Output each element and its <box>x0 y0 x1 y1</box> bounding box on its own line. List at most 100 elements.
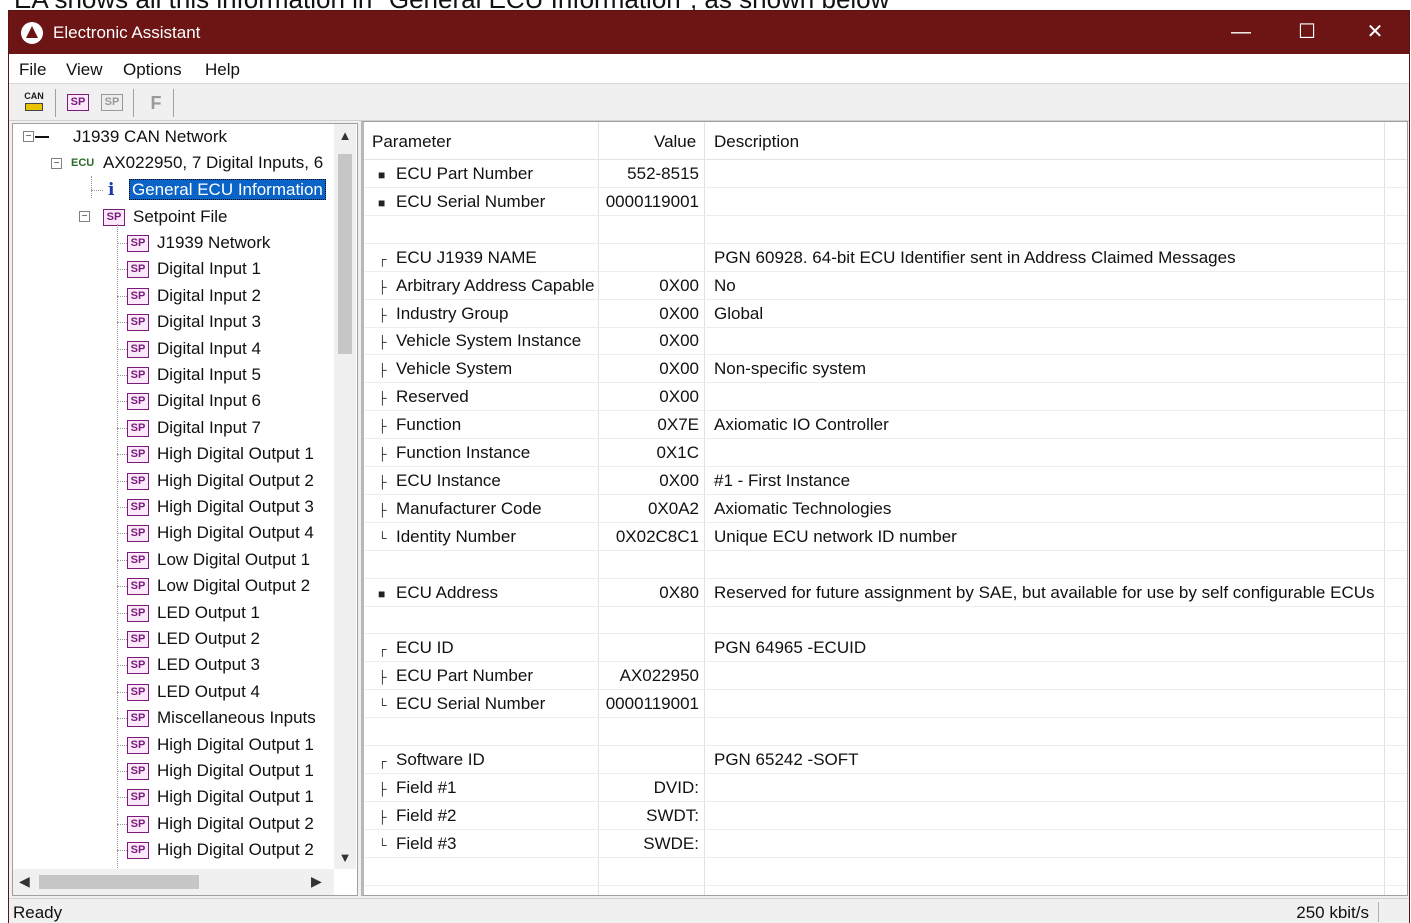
param-label: ECU Instance <box>396 470 501 490</box>
setpoint-icon: SP <box>127 446 149 464</box>
tree-node-setpoint[interactable]: SP High Digital Output 2 <box>117 468 314 494</box>
close-button[interactable]: ✕ <box>1343 11 1407 54</box>
grid-row[interactable]: ■ ECU Part Number 552-8515 <box>364 160 1407 188</box>
tree-node-setpoint[interactable]: SP High Digital Output 4 <box>117 520 314 546</box>
menu-options[interactable]: Options <box>123 60 182 80</box>
tree-node-setpoint-file[interactable]: SP Setpoint File <box>103 204 228 230</box>
setpoint-icon: SP <box>127 842 149 860</box>
grid-row[interactable]: ├ Arbitrary Address Capable 0X00 No <box>364 272 1407 300</box>
grid-row[interactable]: ├ Reserved 0X00 <box>364 383 1407 412</box>
tree-vertical-scrollbar[interactable]: ▲ ▼ <box>334 124 356 869</box>
tree-node-setpoint[interactable]: SP Digital Input 2 <box>117 283 261 309</box>
tree-node-setpoint[interactable]: SP Digital Input 3 <box>117 309 261 335</box>
grid-row[interactable] <box>364 606 1407 635</box>
grid-row[interactable]: ■ ECU Address 0X80 Reserved for future assi… <box>364 579 1407 607</box>
grid-row[interactable] <box>364 718 1407 746</box>
tree-node-setpoint[interactable]: SP Low Digital Output 2 <box>117 573 310 599</box>
scroll-right-icon[interactable]: ▶ <box>311 873 322 890</box>
grid-row[interactable] <box>364 551 1407 579</box>
param-cell: ├ Industry Group <box>378 300 508 329</box>
maximize-button[interactable]: ☐ <box>1275 11 1339 54</box>
menu-help[interactable]: Help <box>205 60 240 80</box>
setpoint-label: LED Output 3 <box>157 655 261 675</box>
grid-row[interactable]: ├ Manufacturer Code 0X0A2 Axiomatic Technol… <box>364 495 1407 523</box>
collapse-setpoint-toggle[interactable]: − <box>79 211 90 222</box>
header-value[interactable]: Value <box>654 132 696 152</box>
tree-node-setpoint[interactable]: SP Digital Input 4 <box>117 336 261 362</box>
tree-node-setpoint[interactable]: SP LED Output 3 <box>117 652 261 678</box>
description-cell: Axiomatic Technologies <box>714 498 892 518</box>
grid-row[interactable]: ■ ECU Serial Number 0000119001 <box>364 188 1407 216</box>
tree-node-setpoint[interactable]: SP High Digital Output 3 <box>117 494 314 520</box>
toolbar-separator <box>133 89 134 117</box>
tree-node-general-label: General ECU Information <box>129 179 326 200</box>
grid-row[interactable]: ┌ ECU ID PGN 64965 -ECUID <box>364 634 1407 663</box>
grid-row[interactable]: ├ Industry Group 0X00 Global <box>364 300 1407 328</box>
tree-node-setpoint[interactable]: SP Digital Input 1 <box>117 256 261 282</box>
save-setpoint-button[interactable]: SP <box>99 90 125 116</box>
collapse-ecu-toggle[interactable]: − <box>51 158 62 169</box>
tree-node-setpoint[interactable]: SP J1939 Network <box>117 230 270 256</box>
grid-row[interactable] <box>364 216 1407 244</box>
grid-row[interactable]: ├ ECU Instance 0X00 #1 - First Instance <box>364 467 1407 495</box>
grid-row[interactable]: ├ Function Instance 0X1C <box>364 439 1407 467</box>
tree-node-ecu[interactable]: AX022950, 7 Digital Inputs, 6 <box>103 150 323 176</box>
tree-node-setpoint[interactable]: SP High Digital Output 1 <box>117 732 314 758</box>
param-label: Vehicle System Instance <box>396 331 582 351</box>
scroll-up-icon[interactable]: ▲ <box>338 128 352 143</box>
menu-file[interactable]: File <box>19 60 46 80</box>
tree-node-setpoint[interactable]: SP High Digital Output 1 <box>117 784 314 810</box>
param-cell: ┌ ECU ID <box>378 634 454 663</box>
tree-node-setpoint[interactable]: SP High Digital Output 2 <box>117 837 314 863</box>
tree-node-setpoint[interactable]: SP Digital Input 5 <box>117 362 261 388</box>
grid-row[interactable]: ┌ Software ID PGN 65242 -SOFT <box>364 746 1407 774</box>
header-description[interactable]: Description <box>714 132 799 152</box>
grid-row[interactable]: └ Field #3 SWDE: <box>364 830 1407 858</box>
grid-row[interactable]: ┌ ECU J1939 NAME PGN 60928. 64-bit ECU Ide… <box>364 244 1407 272</box>
tree-node-network[interactable]: J1939 CAN Network <box>73 124 227 150</box>
tree-connector <box>117 480 127 482</box>
flash-button[interactable]: F <box>143 90 169 116</box>
tree-node-setpoint[interactable]: SP High Digital Output 1 <box>117 758 314 784</box>
param-cell: ├ Field #2 <box>378 802 456 831</box>
param-cell <box>378 606 396 634</box>
scroll-left-icon[interactable]: ◀ <box>19 873 30 890</box>
grid-row[interactable]: └ ECU Serial Number 0000119001 <box>364 690 1407 719</box>
grid-row[interactable]: ├ Vehicle System Instance 0X00 <box>364 327 1407 356</box>
value-cell: AX022950 <box>619 666 699 686</box>
tree-node-setpoint[interactable]: SP LED Output 2 <box>117 626 260 652</box>
tree-node-setpoint[interactable]: SP Digital Input 6 <box>117 388 261 414</box>
header-parameter[interactable]: Parameter <box>372 132 451 152</box>
grid-row[interactable] <box>364 885 1407 895</box>
tree-node-setpoint[interactable]: SP Miscellaneous Inputs <box>117 705 316 731</box>
scroll-thumb[interactable] <box>338 154 352 354</box>
grid-row[interactable]: ├ ECU Part Number AX022950 <box>364 662 1407 691</box>
minimize-button[interactable]: — <box>1209 11 1273 54</box>
row-marker-icon: ├ <box>378 391 387 406</box>
grid-row[interactable] <box>364 858 1407 886</box>
scroll-down-icon[interactable]: ▼ <box>338 850 352 865</box>
tree-node-general-ecu-information[interactable]: General ECU Information <box>129 177 326 203</box>
setpoint-icon: SP <box>127 578 149 596</box>
open-setpoint-button[interactable]: SP <box>65 90 91 116</box>
tree-node-setpoint[interactable]: SP High Digital Output 2 <box>117 811 314 837</box>
tree-horizontal-scrollbar[interactable]: ◀ ▶ <box>13 869 334 895</box>
menu-view[interactable]: View <box>66 60 103 80</box>
tree-node-setpoint[interactable]: SP LED Output 1 <box>117 600 260 626</box>
grid-row[interactable]: └ Identity Number 0X02C8C1 Unique ECU netwo… <box>364 523 1407 551</box>
value-cell: 0X00 <box>659 275 699 295</box>
grid-row[interactable]: ├ Field #2 SWDT: <box>364 802 1407 830</box>
tree-node-setpoint[interactable]: SP LED Output 4 <box>117 679 260 705</box>
grid-row[interactable]: ├ Field #1 DVID: <box>364 774 1407 802</box>
setpoint-icon: SP <box>127 683 149 701</box>
grid-row[interactable]: ├ Vehicle System 0X00 Non-specific system <box>364 355 1407 384</box>
can-connect-button[interactable]: CAN <box>21 90 47 116</box>
tree-node-setpoint[interactable]: SP Digital Input 7 <box>117 415 261 441</box>
grid-row[interactable]: ├ Function 0X7E Axiomatic IO Controller <box>364 411 1407 440</box>
setpoint-label: High Digital Output 1 <box>157 787 314 807</box>
h-scroll-thumb[interactable] <box>39 875 199 889</box>
row-marker-icon: ├ <box>378 502 387 517</box>
collapse-network-toggle[interactable]: − <box>23 131 34 142</box>
tree-node-setpoint[interactable]: SP Low Digital Output 1 <box>117 547 310 573</box>
tree-node-setpoint[interactable]: SP High Digital Output 1 <box>117 441 314 467</box>
